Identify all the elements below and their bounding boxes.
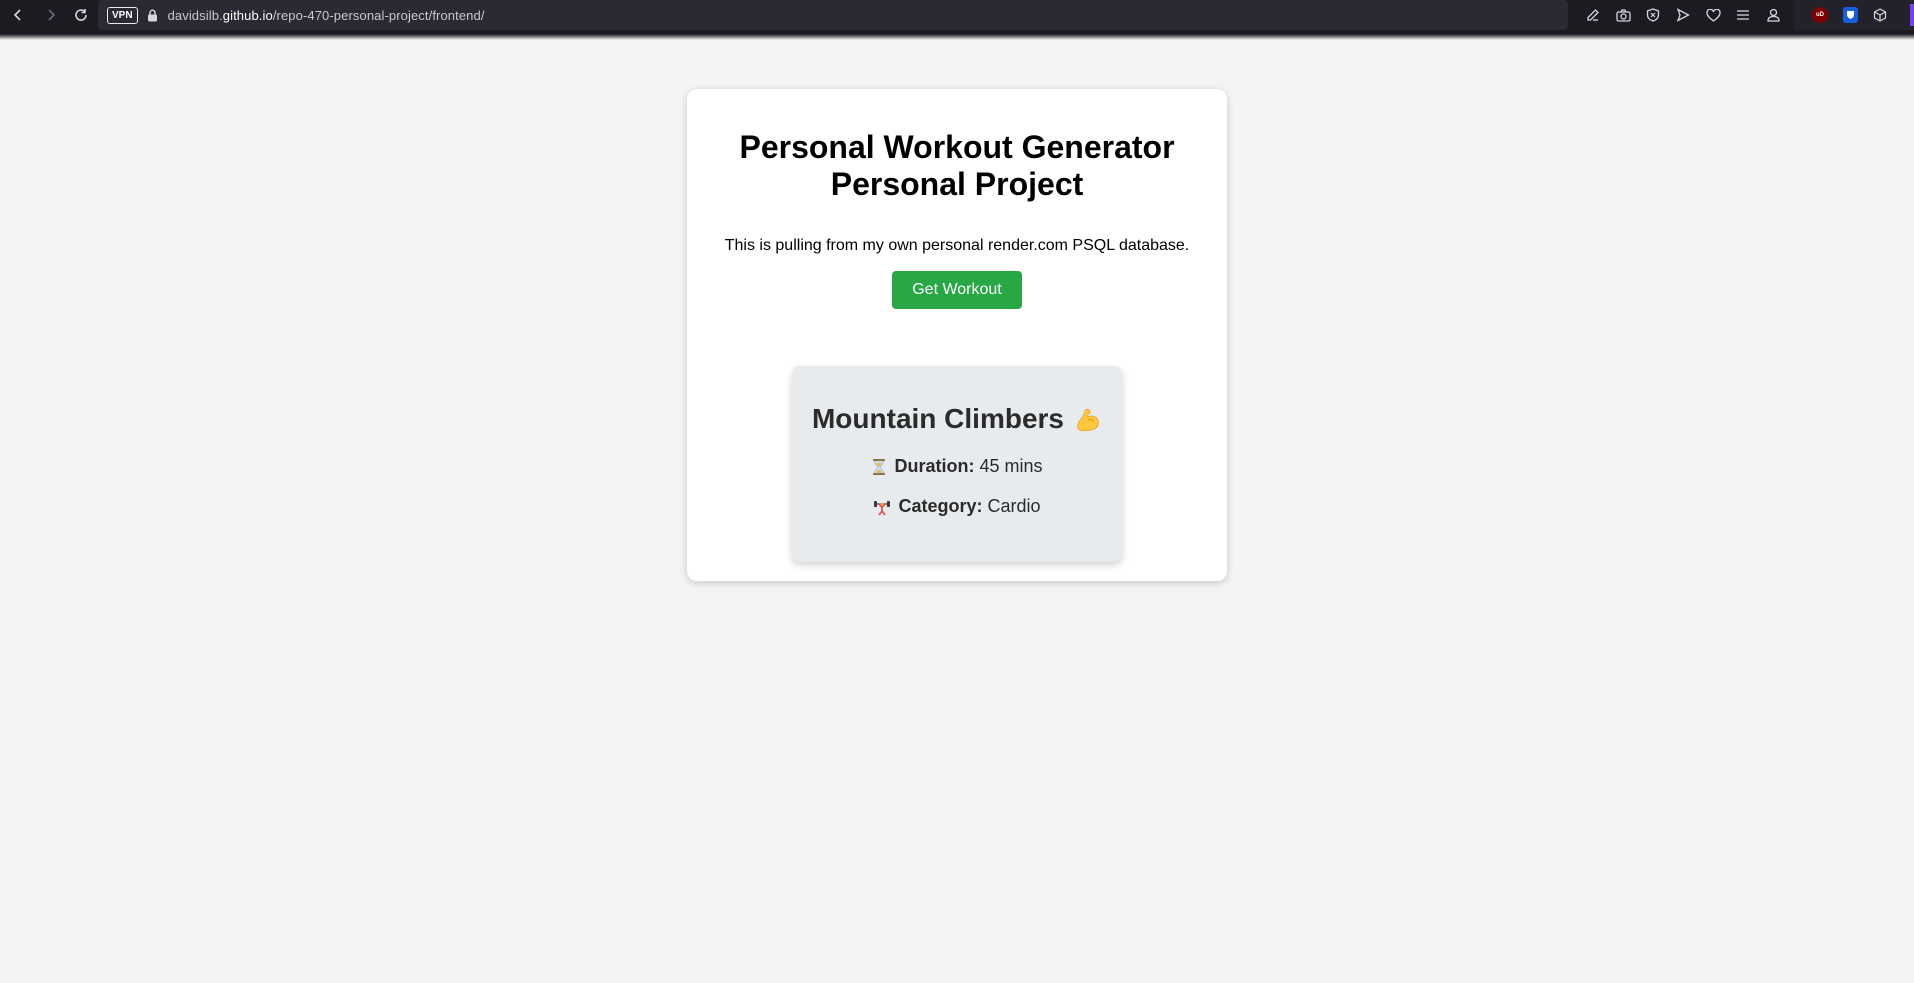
category-value: Cardio [987,496,1041,516]
extensions-area: uD [1794,0,1914,30]
vpn-badge[interactable]: VPN [107,6,138,24]
ublock-badge: uD [1812,7,1828,23]
cube-icon [1873,8,1887,22]
url-host-prefix: davidsilb. [167,7,223,23]
workout-name: Mountain Climbers [792,403,1122,435]
edit-icon[interactable] [1578,0,1608,30]
cube-extension-icon[interactable] [1865,0,1895,30]
heart-icon[interactable] [1698,0,1728,30]
bitwarden-extension-icon[interactable] [1835,0,1865,30]
account-icon[interactable] [1758,0,1788,30]
duration-value: 45 mins [979,456,1043,476]
toolbar-icons [1578,0,1788,30]
reload-button[interactable] [63,0,99,30]
duration-label: Duration: [894,456,975,476]
url-text[interactable]: davidsilb.github.io/repo-470-personal-pr… [168,8,485,23]
reload-icon [75,9,87,21]
address-bar[interactable]: VPN davidsilb.github.io/repo-470-persona… [98,0,1568,30]
category-row: Category: Cardio [792,496,1122,517]
url-host: github.io [222,7,273,23]
shield-icon[interactable] [1638,0,1668,30]
workout-card: Mountain Climbers Duration: 45 mins Cate… [792,366,1122,562]
hourglass-icon [871,458,887,476]
workout-name-text: Mountain Climbers [811,403,1064,434]
url-path: /repo-470-personal-project/frontend/ [272,7,485,23]
category-label: Category: [898,496,983,516]
accent-strip [1910,4,1914,26]
flexed-biceps-icon [1074,405,1102,433]
database-description: This is pulling from my own personal ren… [724,237,1190,254]
menu-list-icon[interactable] [1728,0,1758,30]
ublock-extension-icon[interactable]: uD [1805,0,1835,30]
camera-icon[interactable] [1608,0,1638,30]
main-card: Personal Workout Generator Personal Proj… [687,89,1227,581]
duration-row: Duration: 45 mins [792,456,1122,477]
lock-icon[interactable] [147,9,158,22]
page-title: Personal Workout Generator Personal Proj… [687,129,1227,203]
back-button[interactable] [0,0,36,30]
chevron-left-icon [13,9,21,21]
weight-lifting-icon [873,498,891,516]
page-title-line2: Personal Project [830,166,1084,202]
get-workout-button[interactable]: Get Workout [892,271,1022,309]
chevron-right-icon [48,9,56,21]
page-title-line1: Personal Workout Generator [739,129,1175,165]
send-icon[interactable] [1668,0,1698,30]
page-top-border [0,30,1914,40]
browser-toolbar: VPN davidsilb.github.io/repo-470-persona… [0,0,1914,30]
shield-icon [1846,11,1854,19]
